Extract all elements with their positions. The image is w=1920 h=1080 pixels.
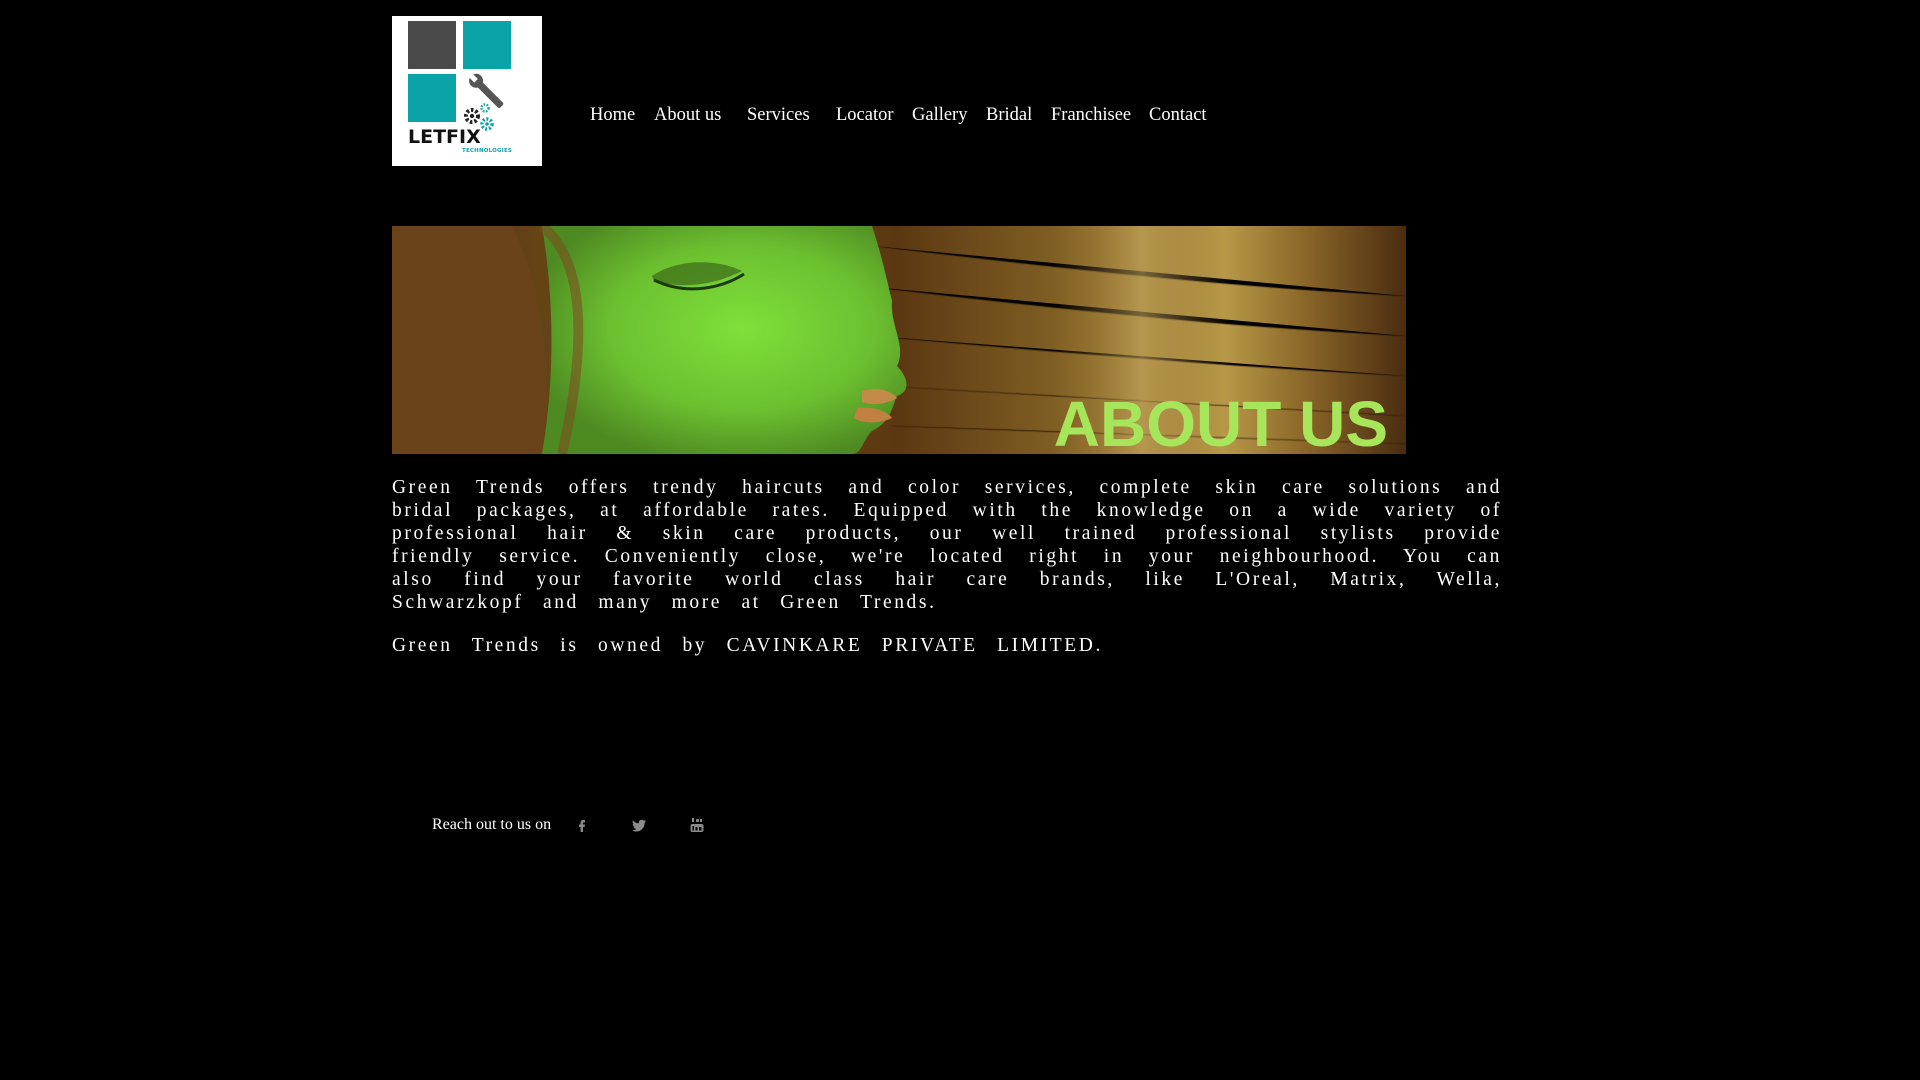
logo-wordmark: LETFIX	[408, 126, 481, 148]
nav-item-about-us[interactable]: About us	[654, 103, 721, 127]
reach-out-label: Reach out to us on	[432, 816, 552, 833]
site-logo[interactable]: LETFIX TECHNOLOGIES	[392, 16, 542, 166]
youtube-icon[interactable]	[689, 817, 705, 833]
nav-item-franchisee[interactable]: Franchisee	[1051, 103, 1131, 127]
nav-item-contact[interactable]: Contact	[1149, 103, 1207, 127]
nav-item-services[interactable]: Services	[747, 103, 810, 127]
banner-title: ABOUT US	[1053, 388, 1388, 454]
facebook-icon[interactable]	[574, 817, 590, 833]
nav-item-locator[interactable]: Locator	[836, 103, 894, 127]
about-banner: ABOUT US	[392, 226, 1406, 454]
nav-item-gallery[interactable]: Gallery	[912, 103, 967, 127]
about-content: Green Trends offers trendy haircuts and …	[392, 476, 1502, 677]
owner-paragraph: Green Trends is owned by CAVINKARE PRIVA…	[392, 635, 1103, 656]
nav-item-bridal[interactable]: Bridal	[986, 103, 1032, 127]
nav-item-home[interactable]: Home	[590, 103, 635, 127]
logo-subtitle: TECHNOLOGIES	[462, 148, 513, 154]
twitter-icon[interactable]	[631, 817, 647, 833]
about-paragraph: Green Trends offers trendy haircuts and …	[392, 477, 1502, 613]
